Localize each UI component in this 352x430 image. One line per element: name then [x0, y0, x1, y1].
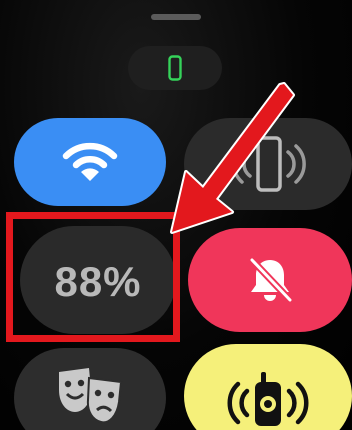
phone-ping-icon	[184, 118, 352, 210]
walkie-talkie-toggle[interactable]	[184, 344, 352, 430]
phone-connection-status	[128, 46, 222, 90]
bell-slash-icon	[188, 228, 352, 332]
battery-percentage-label: 88%	[54, 258, 142, 305]
wifi-toggle[interactable]	[14, 118, 166, 206]
walkie-talkie-icon	[184, 344, 352, 430]
battery-percentage-tile[interactable]: 88%	[20, 226, 176, 334]
theater-masks-icon	[14, 348, 166, 430]
grabber-handle[interactable]	[151, 14, 201, 20]
ping-iphone-button[interactable]	[184, 118, 352, 210]
control-center-screen: 88%	[0, 0, 352, 430]
wifi-icon	[14, 118, 166, 206]
phone-outline-icon	[128, 46, 222, 90]
silent-mode-toggle[interactable]	[188, 228, 352, 332]
theater-mode-toggle[interactable]	[14, 348, 166, 430]
